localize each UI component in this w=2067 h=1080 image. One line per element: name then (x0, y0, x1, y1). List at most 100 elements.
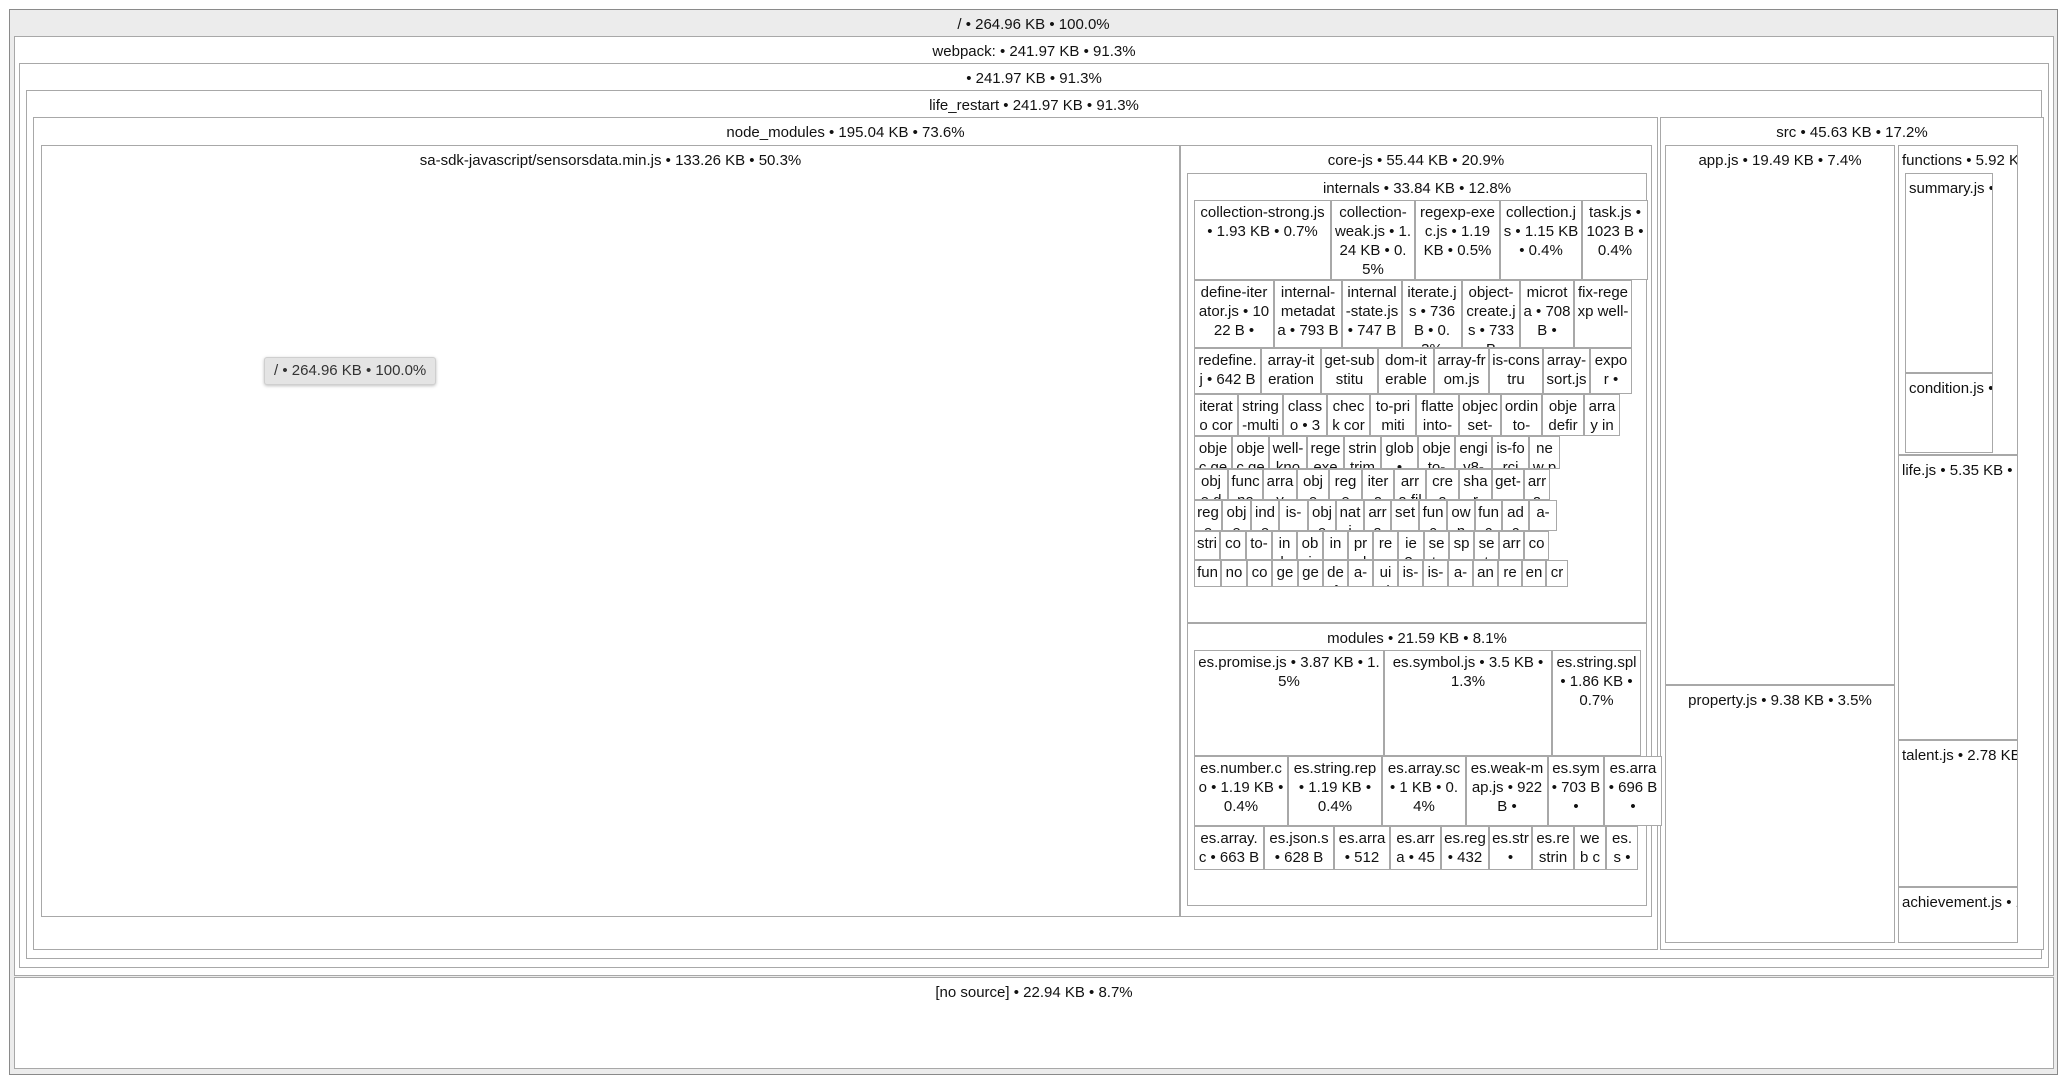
internals-file[interactable]: strin trim (1344, 436, 1381, 469)
internals-file[interactable]: reg (1498, 560, 1522, 587)
internals-file[interactable]: cor (1524, 531, 1549, 560)
internals-file[interactable]: array-sort.js (1543, 348, 1590, 394)
internals-file[interactable]: microta • 708 B • (1520, 280, 1574, 348)
internals-file[interactable]: obje defir (1194, 469, 1228, 500)
achievement-node[interactable]: achievement.js • 1.07 KB • 0.4% (1898, 887, 2018, 943)
internals-file[interactable]: a- (1348, 560, 1373, 587)
internals-file[interactable]: uid (1373, 560, 1398, 587)
internals-file[interactable]: ordin to- (1501, 394, 1542, 436)
internals-file[interactable]: obje defir (1542, 394, 1584, 436)
internals-file[interactable]: collection-weak.js • 1.24 KB • 0.5% (1331, 200, 1415, 280)
internals-file[interactable]: objec set- (1459, 394, 1501, 436)
internals-file[interactable]: get-substitu (1321, 348, 1378, 394)
internals-file[interactable]: enu (1522, 560, 1546, 587)
internals-file[interactable]: is- (1423, 560, 1448, 587)
internals-file[interactable]: nati (1336, 500, 1364, 531)
modules-file[interactable]: es.number.co • 1.19 KB • 0.4% (1194, 756, 1288, 826)
internals-file[interactable]: func nam (1228, 469, 1263, 500)
internals-file[interactable]: ie8- (1398, 531, 1424, 560)
internals-file[interactable]: itera (1362, 469, 1394, 500)
internals-file[interactable]: define-iterator.js • 1022 B • (1194, 280, 1274, 348)
internals-file[interactable]: a- (1448, 560, 1473, 587)
internals-file[interactable]: objec get- (1232, 436, 1269, 469)
internals-file[interactable]: func (1419, 500, 1447, 531)
internals-file[interactable]: spe (1449, 531, 1474, 560)
internals-file[interactable]: dom-iterable (1378, 348, 1434, 394)
internals-file[interactable]: array-from.js (1434, 348, 1489, 394)
internals-file[interactable]: task.js • 1023 B • 0.4% (1582, 200, 1648, 280)
internals-file[interactable]: rege (1329, 469, 1362, 500)
internals-file[interactable]: fix-regexp well- (1574, 280, 1632, 348)
sa-sdk-node[interactable]: sa-sdk-javascript/sensorsdata.min.js • 1… (41, 145, 1180, 917)
internals-file[interactable]: set- (1391, 500, 1419, 531)
internals-file[interactable]: arra fill (1394, 469, 1426, 500)
condition-node[interactable]: condition.js • 1.39 KB • 0.5% (1905, 373, 1993, 453)
internals-file[interactable]: well-know (1269, 436, 1307, 469)
internals-file[interactable]: func (1475, 500, 1502, 531)
internals-file[interactable]: prol (1348, 531, 1373, 560)
modules-file[interactable]: es.arra • 512 (1334, 826, 1390, 870)
internals-file[interactable]: new prom (1529, 436, 1560, 469)
no-source-node[interactable]: [no source] • 22.94 KB • 8.7% (14, 977, 2054, 1069)
modules-file[interactable]: es.str • (1489, 826, 1532, 870)
internals-file[interactable]: objec get- (1194, 436, 1232, 469)
internals-file[interactable]: not (1221, 560, 1247, 587)
internals-file[interactable]: is-forci (1492, 436, 1529, 469)
internals-file[interactable]: rege (1194, 500, 1222, 531)
modules-file[interactable]: es.string.spl • 1.86 KB • 0.7% (1552, 650, 1641, 756)
internals-file[interactable]: obje (1297, 469, 1329, 500)
internals-file[interactable]: is- (1279, 500, 1308, 531)
internals-file[interactable]: inde (1251, 500, 1279, 531)
internals-file[interactable]: engi v8- (1455, 436, 1492, 469)
internals-file[interactable]: stri (1194, 531, 1220, 560)
internals-file[interactable]: iterate.js • 736 B • 0.3% (1402, 280, 1462, 348)
modules-file[interactable]: es.string.rep • 1.19 KB • 0.4% (1288, 756, 1382, 826)
internals-file[interactable]: is- (1398, 560, 1423, 587)
modules-file[interactable]: es.arra • 459 (1390, 826, 1441, 870)
internals-file[interactable]: flatte into- (1416, 394, 1459, 436)
internals-file[interactable]: get (1298, 560, 1323, 587)
modules-file[interactable]: es.weak-map.js • 922 B • (1466, 756, 1548, 826)
modules-file[interactable]: es.promise.js • 3.87 KB • 1.5% (1194, 650, 1384, 756)
modules-file[interactable]: es.symbol.js • 3.5 KB • 1.3% (1384, 650, 1552, 756)
internals-file[interactable]: obje (1222, 500, 1251, 531)
modules-file[interactable]: web colle (1574, 826, 1606, 870)
internals-file[interactable]: cor (1247, 560, 1272, 587)
property-node[interactable]: property.js • 9.38 KB • 3.5% (1665, 685, 1895, 943)
internals-file[interactable]: is-constru (1489, 348, 1543, 394)
internals-file[interactable]: array inclu (1584, 394, 1620, 436)
internals-file[interactable]: arra (1364, 500, 1391, 531)
internals-file[interactable]: own (1447, 500, 1475, 531)
internals-file[interactable]: cre (1546, 560, 1568, 587)
modules-file[interactable]: es.array.c • 663 B • (1194, 826, 1264, 870)
internals-file[interactable]: collection-strong.js • 1.93 KB • 0.7% (1194, 200, 1331, 280)
internals-file[interactable]: array (1263, 469, 1297, 500)
internals-file[interactable]: array-iteration (1261, 348, 1321, 394)
internals-file[interactable]: def (1323, 560, 1348, 587)
internals-file[interactable]: get (1272, 560, 1298, 587)
internals-file[interactable]: to- (1246, 531, 1272, 560)
internals-file[interactable]: insp (1323, 531, 1348, 560)
talent-node[interactable]: talent.js • 2.78 KB • 1.0% (1898, 740, 2018, 887)
internals-file[interactable]: expor • (1590, 348, 1632, 394)
modules-file[interactable]: es.arra • 696 B • (1604, 756, 1662, 826)
internals-file[interactable]: internal-metadata • 793 B (1274, 280, 1342, 348)
internals-file[interactable]: string-multib (1238, 394, 1283, 436)
internals-file[interactable]: set (1474, 531, 1499, 560)
internals-file[interactable]: rege (1373, 531, 1398, 560)
internals-file[interactable]: redefine.j • 642 B • (1194, 348, 1261, 394)
modules-file[interactable]: es.sym • 703 B • (1548, 756, 1604, 826)
internals-file[interactable]: obj (1297, 531, 1323, 560)
internals-file[interactable]: fun (1194, 560, 1221, 587)
internals-file[interactable]: adc (1502, 500, 1529, 531)
modules-file[interactable]: es.reg • 432 (1441, 826, 1489, 870)
internals-file[interactable]: internal-state.js • 747 B (1342, 280, 1402, 348)
internals-file[interactable]: regexp-exec.js • 1.19 KB • 0.5% (1415, 200, 1500, 280)
modules-file[interactable]: es.s • (1606, 826, 1638, 870)
modules-file[interactable]: es.json.s • 628 B (1264, 826, 1334, 870)
internals-file[interactable]: rege exec (1307, 436, 1344, 469)
internals-file[interactable]: an- (1473, 560, 1498, 587)
internals-file[interactable]: arra (1524, 469, 1550, 500)
internals-file[interactable]: glob • (1381, 436, 1418, 469)
internals-file[interactable]: a- (1529, 500, 1557, 531)
